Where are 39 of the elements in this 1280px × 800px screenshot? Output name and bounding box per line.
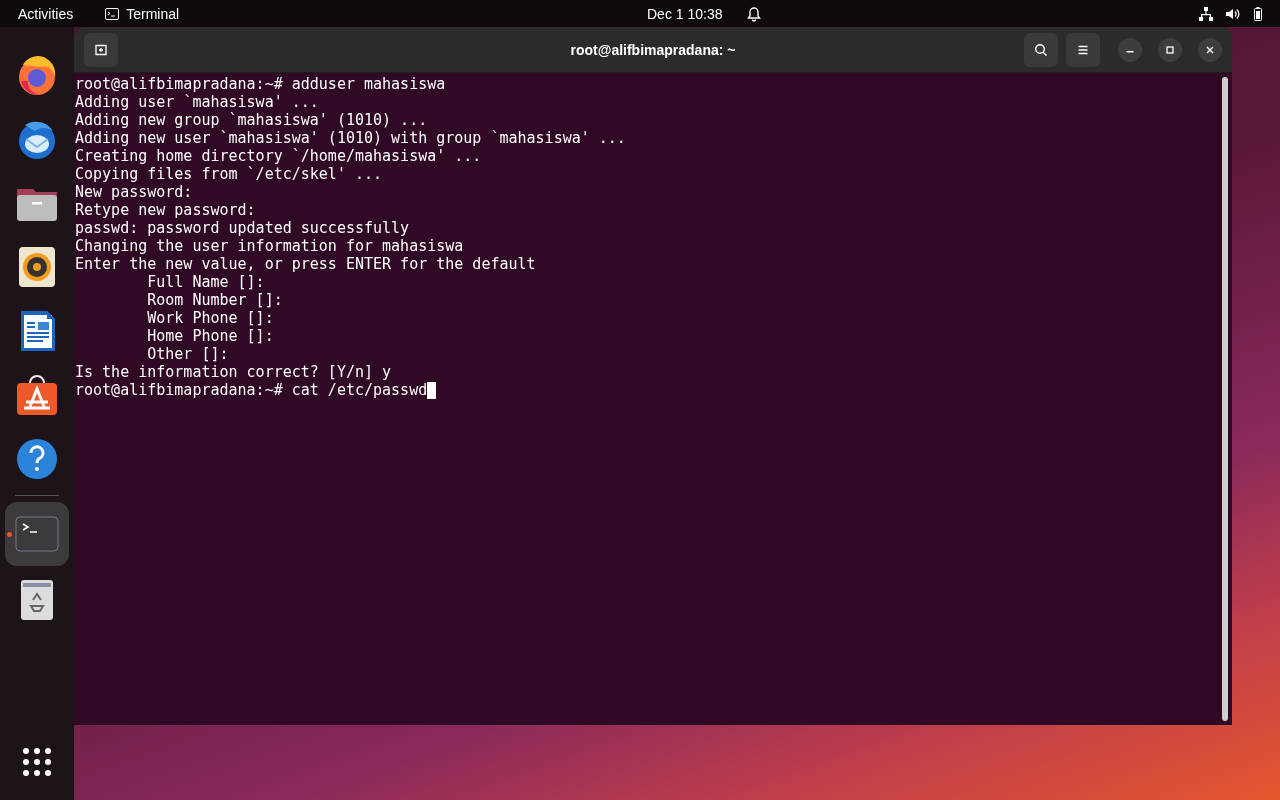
terminal-line: root@alifbimapradana:~# adduser mahasiswa xyxy=(75,75,446,93)
terminal-line: Creating home directory `/home/mahasiswa' ... xyxy=(75,147,482,165)
terminal-line: Other []: xyxy=(146,345,229,363)
terminal-line: passwd: password updated successfully xyxy=(75,219,410,237)
app-menu[interactable]: Terminal xyxy=(104,5,180,22)
terminal-line: Adding user `mahasiswa' ... xyxy=(75,93,319,111)
terminal-line: Home Phone []: xyxy=(146,327,274,345)
minimize-button[interactable] xyxy=(1118,37,1142,62)
show-apps-icon[interactable] xyxy=(21,746,53,778)
terminal-line: Copying files from `/etc/skel' ... xyxy=(75,165,383,183)
activities-button[interactable]: Activities xyxy=(9,3,83,24)
scrollbar[interactable] xyxy=(1222,77,1228,721)
search-icon xyxy=(1034,42,1048,57)
close-button[interactable] xyxy=(1198,37,1222,62)
terminal-line: Work Phone []: xyxy=(146,309,274,327)
minimize-icon xyxy=(1126,51,1134,53)
maximize-button[interactable] xyxy=(1158,37,1182,62)
running-indicator xyxy=(7,532,12,537)
terminal-line: Enter the new value, or press ENTER for the default xyxy=(75,255,536,273)
search-button[interactable] xyxy=(1024,32,1058,67)
terminal-line: Adding new user `mahasiswa' (1010) with group `mahasiswa' ... xyxy=(75,129,626,147)
terminal-line: root@alifbimapradana:~# cat /etc/passwd xyxy=(75,381,428,399)
clock[interactable]: Dec 1 10:38 xyxy=(638,3,732,24)
bell-icon xyxy=(745,5,762,22)
terminal-line: New password: xyxy=(75,183,193,201)
terminal-line: Full Name []: xyxy=(146,273,265,291)
terminal-icon xyxy=(104,5,121,22)
terminal-line: Retype new password: xyxy=(75,201,256,219)
close-icon xyxy=(1205,44,1215,55)
window-title: root@alifbimapradana: ~ xyxy=(570,41,736,58)
terminal-line: Room Number []: xyxy=(146,291,283,309)
menu-button[interactable] xyxy=(1066,32,1100,67)
maximize-icon xyxy=(1165,44,1175,55)
network-icon xyxy=(1198,5,1214,22)
terminal-line: Is the information correct? [Y/n] y xyxy=(75,363,392,381)
terminal-line: Adding new group `mahasiswa' (1010) ... xyxy=(75,111,428,129)
terminal-line: Changing the user information for mahasiswa xyxy=(75,237,464,255)
new-tab-button[interactable] xyxy=(84,32,118,67)
new-tab-icon xyxy=(94,42,108,57)
